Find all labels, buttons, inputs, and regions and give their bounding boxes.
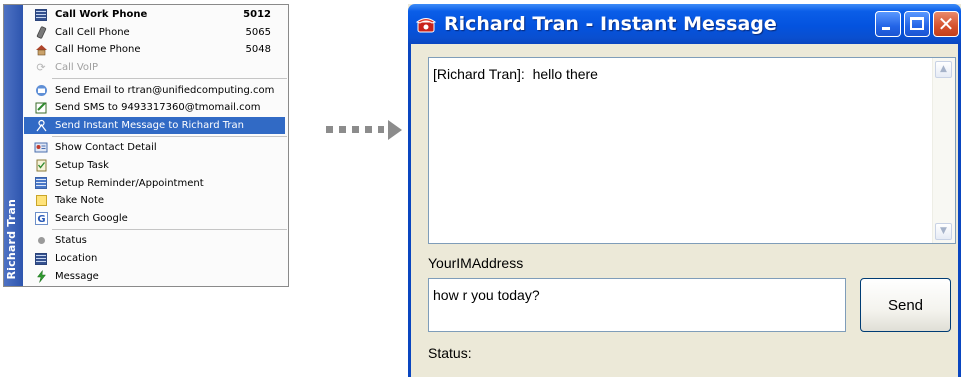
arrow-dash bbox=[339, 126, 346, 133]
menu-separator bbox=[52, 229, 287, 231]
menu-item-take-note[interactable]: Take Note bbox=[24, 192, 287, 210]
telephone-icon bbox=[416, 18, 436, 33]
menu-separator bbox=[52, 78, 287, 80]
maximize-button[interactable] bbox=[904, 11, 930, 37]
menu-item-label: Search Google bbox=[55, 212, 128, 224]
history-text: [Richard Tran]: hello there bbox=[433, 66, 598, 82]
arrow-head-icon bbox=[388, 120, 402, 140]
email-icon bbox=[34, 83, 48, 97]
note-icon bbox=[34, 194, 48, 208]
task-icon bbox=[34, 159, 48, 173]
close-button[interactable]: ✕ bbox=[933, 11, 959, 37]
maximize-icon bbox=[910, 17, 924, 30]
im-address-label: YourIMAddress bbox=[428, 255, 524, 271]
menu-item-message[interactable]: Message bbox=[24, 267, 287, 285]
menu-item-call-cell-phone[interactable]: Call Cell Phone 5065 bbox=[24, 24, 287, 42]
menu-item-setup-reminder-appointment[interactable]: Setup Reminder/Appointment bbox=[24, 174, 287, 192]
history-scrollbar[interactable]: ▲ ▼ bbox=[932, 58, 955, 243]
scroll-down-icon[interactable]: ▼ bbox=[935, 223, 952, 240]
contact-context-menu: Richard Tran Call Work Phone 5012 Call Cel… bbox=[3, 4, 289, 287]
arrow-dash bbox=[352, 126, 359, 133]
menu-item-search-google[interactable]: G Search Google bbox=[24, 210, 287, 228]
window-border-left bbox=[408, 44, 411, 377]
menu-item-show-contact-detail[interactable]: Show Contact Detail bbox=[24, 139, 287, 157]
menu-item-status[interactable]: Status bbox=[24, 232, 287, 250]
location-grid-icon bbox=[34, 252, 48, 266]
phone-extension: 5048 bbox=[245, 44, 271, 56]
arrow-dash bbox=[326, 126, 333, 133]
menu-item-send-instant-message-to-richard-tran[interactable]: Send Instant Message to Richard Tran bbox=[24, 116, 285, 135]
menu-item-call-work-phone[interactable]: Call Work Phone 5012 bbox=[24, 6, 287, 24]
menu-item-send-sms-to-9493317360-tmomail-com[interactable]: Send SMS to 9493317360@tmomail.com bbox=[24, 99, 287, 117]
menu-item-label: Message bbox=[55, 270, 99, 282]
sms-icon bbox=[34, 101, 48, 115]
contact-name-strip: Richard Tran bbox=[4, 5, 23, 286]
cell-phone-icon bbox=[34, 25, 48, 39]
menu-item-label: Call VoIP bbox=[55, 62, 99, 74]
status-label: Status: bbox=[428, 345, 472, 361]
menu-item-label: Send Instant Message to Richard Tran bbox=[55, 119, 244, 131]
home-icon bbox=[34, 43, 48, 57]
phone-grid-icon bbox=[34, 8, 48, 22]
instant-message-icon bbox=[34, 118, 48, 132]
window-title: Richard Tran - Instant Message bbox=[444, 13, 777, 35]
compose-input[interactable]: how r you today? bbox=[428, 278, 846, 332]
menu-item-label: Location bbox=[55, 253, 98, 265]
instant-message-window: Richard Tran - Instant Message ✕ [Richar… bbox=[408, 4, 961, 377]
contact-card-icon bbox=[34, 141, 48, 155]
phone-extension: 5012 bbox=[243, 9, 271, 21]
contact-name: Richard Tran bbox=[5, 199, 18, 280]
menu-separator bbox=[52, 136, 287, 138]
send-button[interactable]: Send bbox=[860, 278, 951, 332]
menu-item-label: Setup Reminder/Appointment bbox=[55, 177, 204, 189]
menu-item-setup-task[interactable]: Setup Task bbox=[24, 157, 287, 175]
scroll-up-icon[interactable]: ▲ bbox=[935, 61, 952, 78]
google-icon: G bbox=[34, 211, 48, 225]
voip-icon: ⟳ bbox=[36, 61, 46, 75]
minimize-button[interactable] bbox=[875, 11, 901, 37]
lightning-icon bbox=[34, 269, 48, 283]
phone-extension: 5065 bbox=[245, 26, 271, 38]
menu-items: Call Work Phone 5012 Call Cell Phone 5065 Ca… bbox=[24, 6, 287, 285]
arrow-dash bbox=[365, 126, 372, 133]
menu-item-label: Show Contact Detail bbox=[55, 142, 157, 154]
menu-item-call-voip: ⟳ Call VoIP bbox=[24, 59, 287, 77]
menu-item-send-email-to-rtran-unifiedcomputing-com[interactable]: Send Email to rtran@unifiedcomputing.com bbox=[24, 81, 287, 99]
menu-item-label: Send SMS to 9493317360@tmomail.com bbox=[55, 102, 261, 114]
minimize-icon bbox=[882, 27, 890, 30]
menu-item-label: Setup Task bbox=[55, 160, 109, 172]
calendar-icon bbox=[34, 176, 48, 190]
close-icon: ✕ bbox=[937, 12, 955, 36]
menu-item-location[interactable]: Location bbox=[24, 250, 287, 268]
menu-item-call-home-phone[interactable]: Call Home Phone 5048 bbox=[24, 41, 287, 59]
title-bar[interactable]: Richard Tran - Instant Message ✕ bbox=[408, 4, 961, 44]
message-history[interactable]: [Richard Tran]: hello there ▲ ▼ bbox=[428, 57, 956, 244]
menu-item-label: Send Email to rtran@unifiedcomputing.com bbox=[55, 84, 275, 96]
svg-text:G: G bbox=[37, 214, 45, 225]
status-dot-icon bbox=[34, 234, 48, 248]
menu-item-label: Status bbox=[55, 235, 87, 247]
menu-item-label: Take Note bbox=[55, 195, 105, 207]
arrow-dash bbox=[378, 126, 384, 133]
